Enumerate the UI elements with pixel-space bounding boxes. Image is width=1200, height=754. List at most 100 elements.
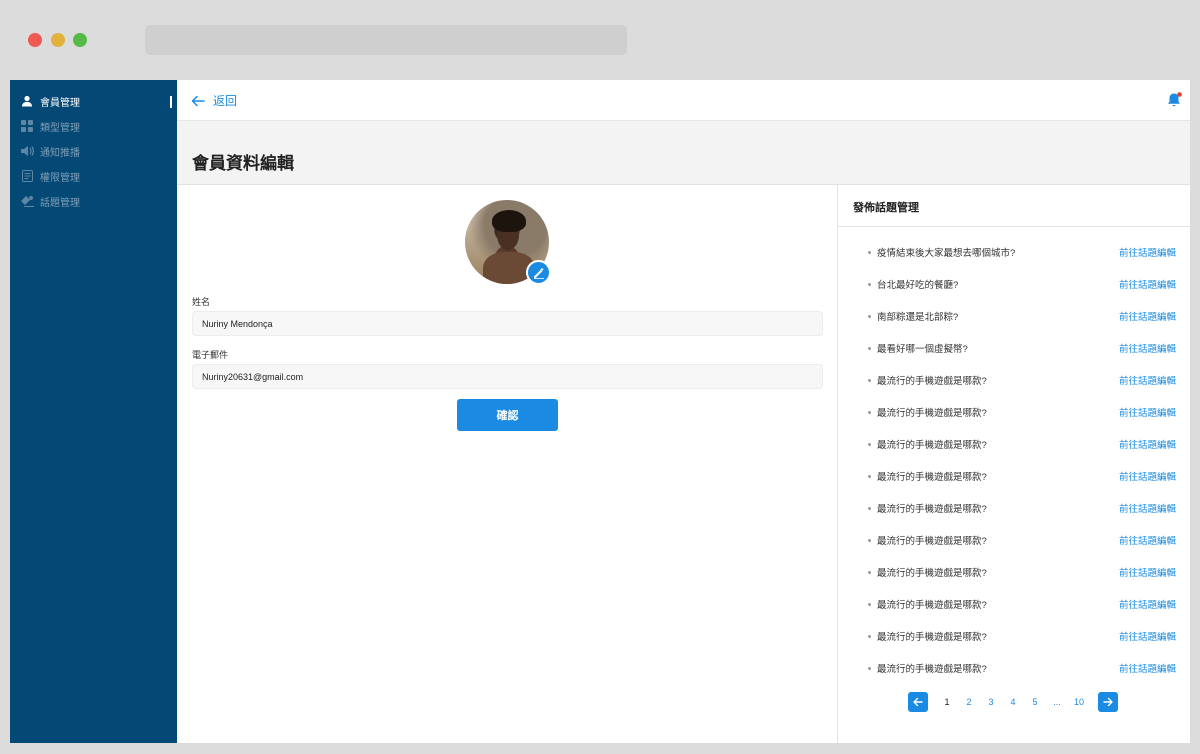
topic-row: 最流行的手機遊戲是哪款? 前往話題編輯 [868,468,1176,484]
sidebar-item-permissions[interactable]: 權限管理 [20,167,80,185]
sidebar-active-indicator [170,96,172,108]
goto-topic-edit-link[interactable]: 前往話題編輯 [1119,501,1176,515]
avatar-hair [492,210,526,232]
pencil-icon [533,267,544,279]
back-label: 返回 [213,94,238,108]
topic-item: 最流行的手機遊戲是哪款? [868,565,987,579]
minimize-window-dot[interactable] [51,33,65,47]
topics-header: 發佈話題管理 [838,185,1190,227]
name-label: 姓名 [192,297,211,307]
grid-icon [20,119,34,133]
maximize-window-dot[interactable] [73,33,87,47]
top-bar: 返回 [177,80,1190,121]
edit-avatar-button[interactable] [526,260,551,285]
sidebar-item-topics[interactable]: 話題管理 [20,192,80,210]
prev-page-button[interactable] [908,692,928,712]
topic-row: 最流行的手機遊戲是哪款? 前往話題編輯 [868,596,1176,612]
document-icon [20,169,34,183]
browser-window: 會員管理 類型管理 通知推播 權限管理 話題管理 返回 會員資料編輯 姓名 Nu… [0,0,1200,754]
goto-topic-edit-link[interactable]: 前往話題編輯 [1119,597,1176,611]
topic-text: 最流行的手機遊戲是哪款? [877,472,987,483]
topic-item: 最流行的手機遊戲是哪款? [868,661,987,675]
topic-text: 最流行的手機遊戲是哪款? [877,440,987,451]
close-window-dot[interactable] [28,33,42,47]
email-label: 電子郵件 [192,350,229,360]
topics-title: 發佈話題管理 [853,202,919,214]
topic-row: 疫情結束後大家最想去哪個城市? 前往話題編輯 [868,244,1176,260]
page-2-link[interactable]: 2 [958,697,980,707]
goto-topic-edit-link[interactable]: 前往話題編輯 [1119,309,1176,323]
sidebar-item-label: 類型管理 [40,122,80,134]
bullet-icon [868,538,871,542]
topic-row: 最流行的手機遊戲是哪款? 前往話題編輯 [868,532,1176,548]
goto-topic-edit-link[interactable]: 前往話題編輯 [1119,565,1176,579]
bullet-icon [868,378,871,382]
goto-topic-edit-link[interactable]: 前往話題編輯 [1119,373,1176,387]
topics-panel: 發佈話題管理 疫情結束後大家最想去哪個城市? 前往話題編輯 台北最好吃的餐廳? 前往話… [838,185,1190,743]
bullet-icon [868,506,871,510]
name-input[interactable]: Nuriny Mendonça [192,311,823,336]
goto-topic-edit-link[interactable]: 前往話題編輯 [1119,629,1176,643]
page-title: 會員資料編輯 [192,154,294,173]
topic-item: 最流行的手機遊戲是哪款? [868,469,987,483]
page-10-link[interactable]: 10 [1068,697,1090,707]
page-1-link[interactable]: 1 [936,697,958,707]
topic-item: 最流行的手機遊戲是哪款? [868,501,987,515]
goto-topic-edit-link[interactable]: 前往話題編輯 [1119,469,1176,483]
sidebar-item-types[interactable]: 類型管理 [20,117,80,135]
pagination: 1 2 3 4 5 ... 10 [908,692,1118,712]
topic-item: 最流行的手機遊戲是哪款? [868,437,987,451]
goto-topic-edit-link[interactable]: 前往話題編輯 [1119,533,1176,547]
sidebar-item-members[interactable]: 會員管理 [20,92,80,110]
topic-row: 台北最好吃的餐廳? 前往話題編輯 [868,276,1176,292]
topic-item: 疫情結束後大家最想去哪個城市? [868,245,1015,259]
topic-text: 最流行的手機遊戲是哪款? [877,600,987,611]
topic-item: 南部粽還是北部粽? [868,309,958,323]
topic-text: 最流行的手機遊戲是哪款? [877,632,987,643]
goto-topic-edit-link[interactable]: 前往話題編輯 [1119,245,1176,259]
back-button[interactable]: 返回 [191,92,237,109]
topic-text: 最流行的手機遊戲是哪款? [877,536,987,547]
topic-text: 疫情結束後大家最想去哪個城市? [877,248,1016,259]
next-page-button[interactable] [1098,692,1118,712]
address-bar[interactable] [145,25,627,55]
page-5-link[interactable]: 5 [1024,697,1046,707]
topic-item: 最流行的手機遊戲是哪款? [868,533,987,547]
bullet-icon [868,410,871,414]
topic-row: 南部粽還是北部粽? 前往話題編輯 [868,308,1176,324]
sidebar-item-label: 會員管理 [40,97,80,109]
bullet-icon [868,474,871,478]
topic-text: 最流行的手機遊戲是哪款? [877,664,987,675]
sidebar-item-label: 話題管理 [40,197,80,209]
page-3-link[interactable]: 3 [980,697,1002,707]
topic-row: 最流行的手機遊戲是哪款? 前往話題編輯 [868,404,1176,420]
bullet-icon [868,346,871,350]
arrow-left-icon [191,95,205,106]
confirm-button[interactable]: 確認 [457,399,558,431]
bell-icon [1168,92,1182,107]
bullet-icon [868,666,871,670]
bullet-icon [868,634,871,638]
goto-topic-edit-link[interactable]: 前往話題編輯 [1119,277,1176,291]
bullet-icon [868,442,871,446]
bullet-icon [868,250,871,254]
notification-bell-button[interactable] [1166,91,1184,109]
goto-topic-edit-link[interactable]: 前往話題編輯 [1119,341,1176,355]
goto-topic-edit-link[interactable]: 前往話題編輯 [1119,661,1176,675]
page-4-link[interactable]: 4 [1002,697,1024,707]
topic-item: 最流行的手機遊戲是哪款? [868,597,987,611]
bullet-icon [868,314,871,318]
topic-row: 最看好哪一個虛擬幣? 前往話題編輯 [868,340,1176,356]
sidebar-item-notifications[interactable]: 通知推播 [20,142,80,160]
topic-text: 台北最好吃的餐廳? [877,280,959,291]
arrow-left-icon [913,697,923,707]
goto-topic-edit-link[interactable]: 前往話題編輯 [1119,405,1176,419]
topic-row: 最流行的手機遊戲是哪款? 前往話題編輯 [868,628,1176,644]
goto-topic-edit-link[interactable]: 前往話題編輯 [1119,437,1176,451]
topic-row: 最流行的手機遊戲是哪款? 前往話題編輯 [868,436,1176,452]
topic-text: 最流行的手機遊戲是哪款? [877,504,987,515]
email-input[interactable]: Nuriny20631@gmail.com [192,364,823,389]
topic-item: 台北最好吃的餐廳? [868,277,958,291]
topic-text: 最流行的手機遊戲是哪款? [877,568,987,579]
member-edit-form: 姓名 Nuriny Mendonça 電子郵件 Nuriny20631@gmai… [177,185,838,743]
